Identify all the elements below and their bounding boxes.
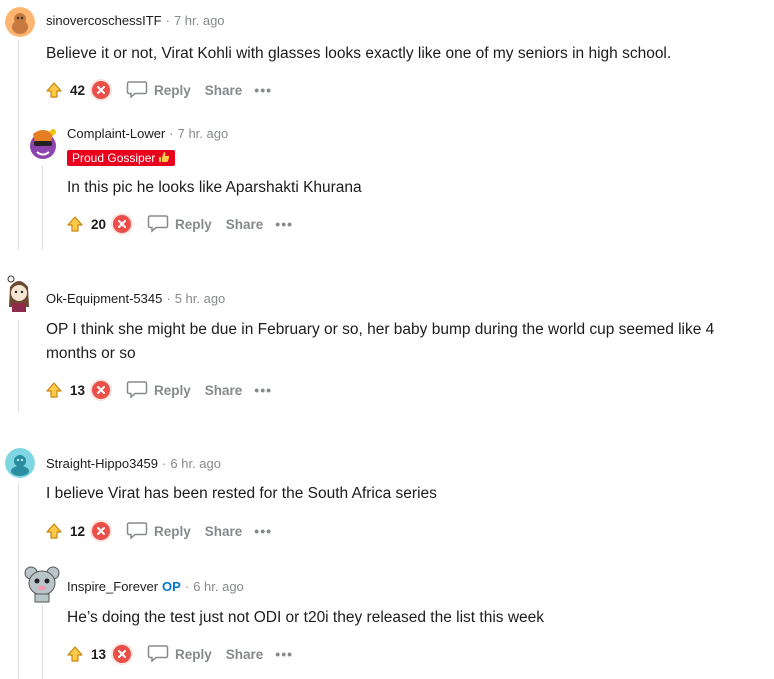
share-button[interactable]: Share <box>205 524 243 539</box>
vote-group: 20 <box>65 214 131 234</box>
comment-actions: 42 Reply Share ••• <box>44 78 272 102</box>
reply-icon <box>147 213 169 236</box>
downvote-icon[interactable] <box>92 81 110 99</box>
reply-icon <box>126 520 148 543</box>
thread-line[interactable] <box>42 165 43 250</box>
vote-group: 13 <box>65 644 131 664</box>
timestamp[interactable]: 6 hr. ago <box>193 579 244 594</box>
more-icon[interactable]: ••• <box>254 382 272 398</box>
comment-meta: Complaint-Lower · 7 hr. ago <box>67 126 228 141</box>
comment-actions: 20 Reply Share ••• <box>65 212 293 236</box>
share-button[interactable]: Share <box>205 83 243 98</box>
downvote-icon[interactable] <box>92 522 110 540</box>
reply-button[interactable]: Reply <box>147 213 212 236</box>
author-name[interactable]: Straight-Hippo3459 <box>46 456 158 471</box>
separator: · <box>184 579 190 594</box>
comment-meta: Ok-Equipment-5345 · 5 hr. ago <box>46 291 225 306</box>
more-icon[interactable]: ••• <box>275 216 293 232</box>
comment-body: Believe it or not, Virat Kohli with glas… <box>46 45 672 62</box>
reply-icon <box>147 643 169 666</box>
separator: · <box>162 456 167 471</box>
separator: · <box>165 13 170 28</box>
score: 12 <box>70 523 86 539</box>
author-name[interactable]: Ok-Equipment-5345 <box>46 291 162 306</box>
reply-button[interactable]: Reply <box>147 643 212 666</box>
downvote-icon[interactable] <box>92 381 110 399</box>
more-icon[interactable]: ••• <box>275 646 293 662</box>
timestamp[interactable]: 5 hr. ago <box>175 291 226 306</box>
reply-icon <box>126 379 148 402</box>
reply-label: Reply <box>154 82 191 98</box>
score: 42 <box>70 82 86 98</box>
downvote-icon[interactable] <box>113 215 131 233</box>
vote-group: 12 <box>44 521 110 541</box>
thread-line[interactable] <box>18 482 19 679</box>
score: 13 <box>70 382 86 398</box>
avatar[interactable] <box>2 273 36 313</box>
more-icon[interactable]: ••• <box>254 82 272 98</box>
reply-label: Reply <box>175 216 212 232</box>
reply-button[interactable]: Reply <box>126 379 191 402</box>
avatar[interactable] <box>24 563 60 603</box>
comment-body: He’s doing the test just not ODI or t20i… <box>67 609 545 626</box>
score: 13 <box>91 646 107 662</box>
upvote-icon[interactable] <box>65 214 85 234</box>
author-name[interactable]: sinovercoschessITF <box>46 13 162 28</box>
comment-actions: 13 Reply Share ••• <box>44 378 272 402</box>
avatar[interactable] <box>5 448 35 478</box>
flair-label: Proud Gossiper <box>72 151 156 165</box>
vote-group: 13 <box>44 380 110 400</box>
reply-button[interactable]: Reply <box>126 79 191 102</box>
thread-line[interactable] <box>18 40 19 250</box>
comment-body: OP I think she might be due in February … <box>46 321 715 362</box>
score: 20 <box>91 216 107 232</box>
upvote-icon[interactable] <box>44 80 64 100</box>
upvote-icon[interactable] <box>44 380 64 400</box>
timestamp[interactable]: 6 hr. ago <box>170 456 221 471</box>
upvote-icon[interactable] <box>44 521 64 541</box>
user-flair: Proud Gossiper <box>67 150 176 166</box>
downvote-icon[interactable] <box>113 645 131 663</box>
reply-label: Reply <box>175 646 212 662</box>
separator: · <box>166 291 171 306</box>
author-name[interactable]: Inspire_Forever <box>67 579 158 594</box>
upvote-icon[interactable] <box>65 644 85 664</box>
reply-icon <box>126 79 148 102</box>
avatar[interactable] <box>27 126 59 162</box>
thread-line[interactable] <box>18 320 19 412</box>
op-badge: OP <box>162 579 181 594</box>
author-name[interactable]: Complaint-Lower <box>67 126 165 141</box>
reply-button[interactable]: Reply <box>126 520 191 543</box>
more-icon[interactable]: ••• <box>254 523 272 539</box>
thumbs-up-icon <box>158 151 170 166</box>
comment-meta: Straight-Hippo3459 · 6 hr. ago <box>46 456 221 471</box>
vote-group: 42 <box>44 80 110 100</box>
comment-meta: sinovercoschessITF · 7 hr. ago <box>46 13 225 28</box>
timestamp[interactable]: 7 hr. ago <box>178 126 229 141</box>
comment-body: In this pic he looks like Aparshakti Khu… <box>67 179 362 196</box>
comment-actions: 12 Reply Share ••• <box>44 519 272 543</box>
share-button[interactable]: Share <box>226 647 264 662</box>
comment-meta: Inspire_Forever OP · 6 hr. ago <box>67 579 244 594</box>
timestamp[interactable]: 7 hr. ago <box>174 13 225 28</box>
reply-label: Reply <box>154 523 191 539</box>
share-button[interactable]: Share <box>205 383 243 398</box>
share-button[interactable]: Share <box>226 217 264 232</box>
comment-body: I believe Virat has been rested for the … <box>46 485 437 502</box>
avatar[interactable] <box>5 7 35 37</box>
thread-line[interactable] <box>42 605 43 679</box>
reply-label: Reply <box>154 382 191 398</box>
separator: · <box>169 126 174 141</box>
comment-actions: 13 Reply Share ••• <box>65 642 293 666</box>
